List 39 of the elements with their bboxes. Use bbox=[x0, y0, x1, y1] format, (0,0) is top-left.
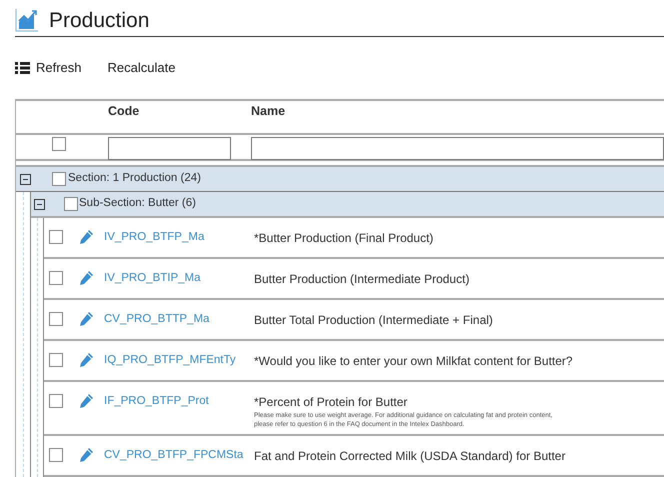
code-link[interactable]: IQ_PRO_BTFP_MFEntTy bbox=[104, 352, 254, 370]
code-link[interactable]: CV_PRO_BTFP_FPCMSta bbox=[104, 447, 254, 464]
toolbar-button[interactable]: Recalculate bbox=[108, 58, 176, 78]
edit-icon[interactable] bbox=[78, 352, 94, 368]
checkbox[interactable] bbox=[64, 197, 78, 211]
edit-icon[interactable] bbox=[78, 229, 94, 245]
name-text: *Butter Production (Final Product) bbox=[254, 230, 434, 247]
code-link[interactable]: IV_PRO_BTFP_Ma bbox=[104, 229, 254, 246]
checkbox[interactable] bbox=[49, 230, 63, 244]
edit-icon[interactable] bbox=[78, 270, 94, 286]
edit-icon[interactable] bbox=[78, 447, 94, 463]
edit-icon[interactable] bbox=[78, 311, 94, 327]
column-header: Name bbox=[251, 103, 286, 120]
checkbox[interactable] bbox=[49, 353, 63, 367]
checkbox[interactable] bbox=[52, 137, 66, 151]
filter-field[interactable] bbox=[108, 137, 231, 160]
column-header: Code bbox=[108, 103, 140, 120]
subsection-label: Sub-Section: Butter (6) bbox=[79, 196, 196, 212]
name-text: Butter Production (Intermediate Product) bbox=[254, 271, 470, 288]
checkbox[interactable] bbox=[49, 312, 63, 326]
chart-icon bbox=[15, 8, 39, 32]
name-text: *Percent of Protein for Butter bbox=[254, 394, 408, 411]
toolbar-button[interactable]: Refresh bbox=[15, 58, 82, 78]
name-text: *Would you like to enter your own Milkfat content for Butter? bbox=[254, 353, 573, 370]
checkbox[interactable] bbox=[49, 448, 63, 462]
code-link[interactable]: IF_PRO_BTFP_Prot bbox=[104, 393, 254, 410]
collapse-icon[interactable] bbox=[34, 198, 45, 210]
name-text: Butter Total Production (Intermediate + Final) bbox=[254, 312, 493, 329]
section-label: Section: 1 Production (24) bbox=[68, 171, 201, 186]
checkbox[interactable] bbox=[49, 394, 63, 408]
filter-field[interactable] bbox=[251, 137, 664, 160]
checkbox[interactable] bbox=[49, 271, 63, 285]
page-title: Production bbox=[49, 10, 150, 30]
code-link[interactable]: IV_PRO_BTIP_Ma bbox=[104, 270, 254, 288]
checkbox[interactable] bbox=[52, 172, 66, 186]
code-link[interactable]: CV_PRO_BTTP_Ma bbox=[104, 311, 254, 328]
name-text: Fat and Protein Corrected Milk (USDA Standard) for Butter bbox=[254, 448, 566, 465]
edit-icon[interactable] bbox=[78, 393, 94, 409]
collapse-icon[interactable] bbox=[20, 174, 31, 184]
